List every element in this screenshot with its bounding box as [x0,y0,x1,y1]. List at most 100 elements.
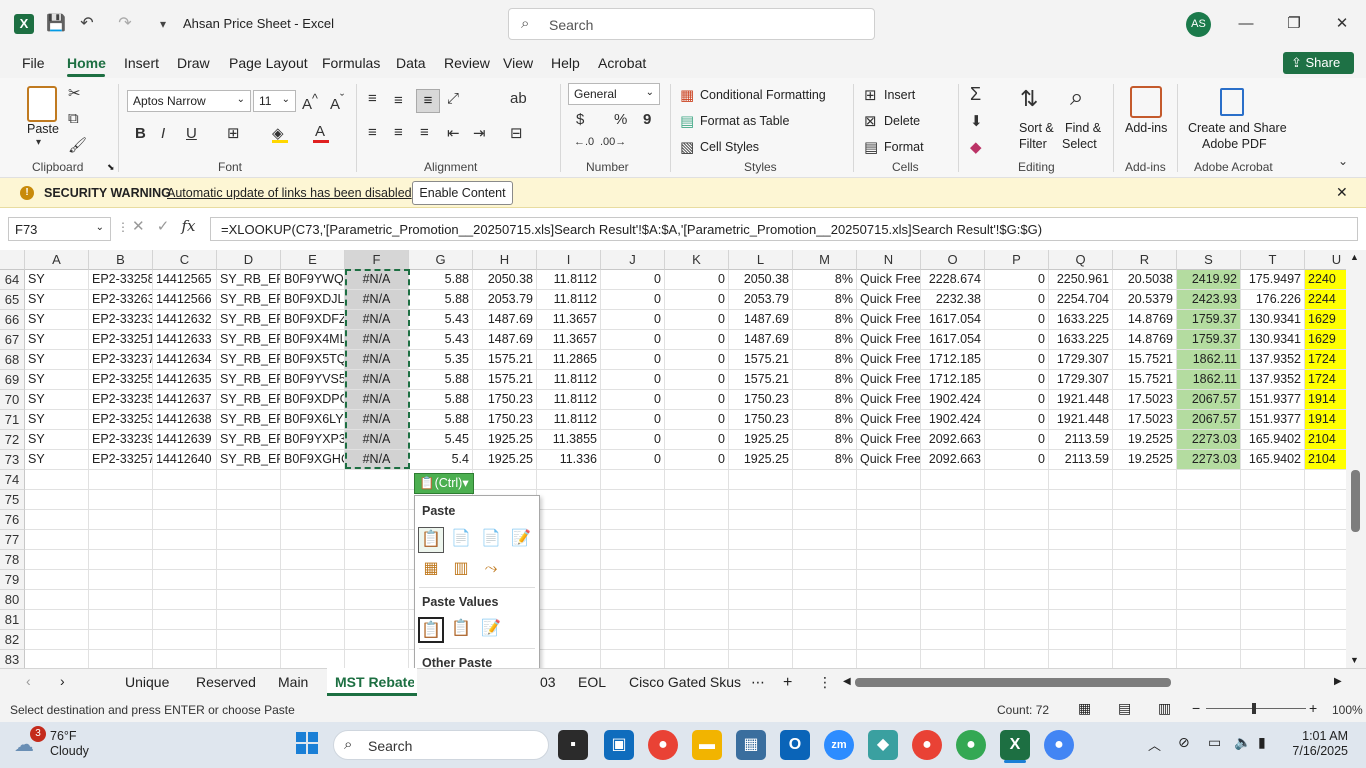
cell-p[interactable]: 0 [985,430,1049,450]
tab-formulas[interactable]: Formulas [322,55,380,71]
cell-f[interactable]: #N/A [345,430,409,450]
name-box[interactable]: F73 ⌄ [8,217,111,241]
cell-s[interactable]: 1759.37 [1177,310,1241,330]
cell-empty[interactable] [25,490,89,510]
cell-n[interactable]: Quick Free [857,410,921,430]
cell-k[interactable]: 0 [665,370,729,390]
taskbar-search[interactable]: ⌕ Search [333,730,549,760]
cell-empty[interactable] [1049,490,1113,510]
cell-s[interactable]: 2067.57 [1177,390,1241,410]
tab-insert[interactable]: Insert [124,55,159,71]
cell-empty[interactable] [985,610,1049,630]
cell-p[interactable]: 0 [985,310,1049,330]
sheet-tab-03[interactable]: 03 [540,674,556,690]
cell-s[interactable]: 1862.11 [1177,350,1241,370]
cell-g[interactable]: 5.88 [409,270,473,290]
cell-u[interactable]: 1914 [1305,390,1346,410]
cell-empty[interactable] [281,510,345,530]
cell-empty[interactable] [153,470,217,490]
cell-p[interactable]: 0 [985,390,1049,410]
cell-empty[interactable] [601,550,665,570]
cell-a[interactable]: SY [25,410,89,430]
cell-empty[interactable] [665,510,729,530]
add-ins-icon[interactable] [1130,86,1162,118]
merge-center-icon[interactable]: ⊟ [510,124,523,142]
cell-o[interactable]: 1712.185 [921,350,985,370]
cell-empty[interactable] [537,470,601,490]
column-header-d[interactable]: D [217,250,281,270]
cell-s[interactable]: 1759.37 [1177,330,1241,350]
clipboard-launcher-icon[interactable]: ⬊ [107,162,115,173]
cell-empty[interactable] [345,550,409,570]
cell-empty[interactable] [921,630,985,650]
chrome-profile-2-icon[interactable]: ● [956,730,986,760]
tab-acrobat[interactable]: Acrobat [598,55,646,71]
cell-empty[interactable] [1241,530,1305,550]
zoom-slider[interactable] [1206,708,1306,709]
paste-button[interactable]: Paste [27,122,59,136]
cell-o[interactable]: 1902.424 [921,410,985,430]
cell-r[interactable]: 14.8769 [1113,310,1177,330]
cell-empty[interactable] [793,530,857,550]
row-header[interactable]: 66 [0,310,25,330]
cell-s[interactable]: 1862.11 [1177,370,1241,390]
transpose-icon[interactable]: ⤳ [478,557,504,583]
cell-m[interactable]: 8% [793,310,857,330]
column-header-e[interactable]: E [281,250,345,270]
insert-cells-button[interactable]: Insert [884,88,915,102]
sheet-tab-cisco-gated-skus[interactable]: Cisco Gated Skus [629,674,741,690]
cell-empty[interactable] [857,630,921,650]
cell-empty[interactable] [1241,650,1305,668]
cell-l[interactable]: 2053.79 [729,290,793,310]
scroll-down-icon[interactable]: ▼ [1350,655,1359,665]
font-size-select[interactable]: 11 ⌄ [253,90,296,112]
cell-empty[interactable] [25,570,89,590]
cell-empty[interactable] [985,650,1049,668]
cell-empty[interactable] [281,490,345,510]
cell-empty[interactable] [89,550,153,570]
cell-u[interactable]: 1724 [1305,350,1346,370]
row-header[interactable]: 72 [0,430,25,450]
copy-icon[interactable]: ⧉ [68,110,79,127]
worksheet-grid[interactable]: A B C D E F G H I J K L M N O P Q R S T U 64 SY EP2-33258 144125… [0,250,1346,668]
paste-formulas-number-format-icon[interactable]: 📄 [478,527,504,553]
cell-a[interactable]: SY [25,390,89,410]
cell-empty[interactable] [1177,650,1241,668]
cell-u[interactable]: 1629 [1305,330,1346,350]
cell-r[interactable]: 15.7521 [1113,350,1177,370]
cell-empty[interactable] [857,650,921,668]
cell-a[interactable]: SY [25,350,89,370]
cell-empty[interactable] [729,550,793,570]
zoom-slider-handle[interactable] [1252,703,1256,714]
cell-empty[interactable] [857,470,921,490]
tabs-menu-icon[interactable]: ⋮ [818,674,832,691]
cell-c[interactable]: 14412639 [153,430,217,450]
calculator-icon[interactable]: ▦ [736,730,766,760]
cell-n[interactable]: Quick Free [857,270,921,290]
cell-empty[interactable] [665,610,729,630]
cell-empty[interactable] [281,650,345,668]
cell-o[interactable]: 2228.674 [921,270,985,290]
tray-expand-icon[interactable]: ︿ [1148,735,1161,754]
currency-button[interactable]: $ [576,111,584,128]
cell-s[interactable]: 2067.57 [1177,410,1241,430]
cell-g[interactable]: 5.88 [409,370,473,390]
cell-empty[interactable] [281,610,345,630]
cell-empty[interactable] [1305,570,1346,590]
cell-b[interactable]: EP2-33263 [89,290,153,310]
cell-empty[interactable] [857,590,921,610]
battery-icon[interactable]: ▮ [1258,734,1266,751]
network-off-icon[interactable]: ⊘ [1178,734,1190,751]
cell-empty[interactable] [921,470,985,490]
cell-empty[interactable] [89,610,153,630]
cell-empty[interactable] [1305,470,1346,490]
cell-f[interactable]: #N/A [345,410,409,430]
cell-a[interactable]: SY [25,450,89,470]
cell-empty[interactable] [857,510,921,530]
cell-b[interactable]: EP2-33239 [89,430,153,450]
chrome-profile-icon[interactable]: ● [912,730,942,760]
conditional-formatting-button[interactable]: Conditional Formatting [700,88,826,102]
display-icon[interactable]: ▭ [1208,734,1221,751]
cell-d[interactable]: SY_RB_EP2 [217,430,281,450]
cell-empty[interactable] [729,570,793,590]
